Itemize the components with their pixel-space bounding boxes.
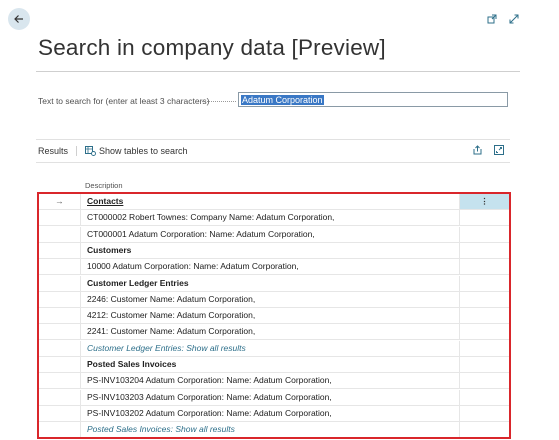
show-all-results-link[interactable]: Posted Sales Invoices: Show all results (87, 422, 235, 437)
open-in-new-window-icon (487, 14, 497, 24)
row-side-cell (459, 405, 509, 421)
row-side-cell (459, 275, 509, 291)
row-description: Posted Sales Invoices (87, 359, 177, 369)
result-row[interactable]: PS-INV103202 Adatum Corporation: Name: A… (39, 405, 509, 422)
group-header-row[interactable]: Customer Ledger Entries (39, 275, 509, 292)
result-row[interactable]: 4212: Customer Name: Adatum Corporation, (39, 308, 509, 325)
row-description: Contacts (87, 196, 124, 206)
result-row[interactable]: 10000 Adatum Corporation: Name: Adatum C… (39, 259, 509, 276)
result-row[interactable]: 2241: Customer Name: Adatum Corporation, (39, 324, 509, 341)
show-all-results-row[interactable]: Customer Ledger Entries: Show all result… (39, 340, 509, 357)
group-header-row[interactable]: Posted Sales Invoices (39, 357, 509, 373)
group-header-row[interactable]: Customers (39, 242, 509, 259)
arrow-left-icon (14, 15, 23, 23)
row-description: CT000002 Robert Townes: Company Name: Ad… (87, 212, 335, 223)
results-divider-top (36, 139, 510, 140)
result-row[interactable]: PS-INV103203 Adatum Corporation: Name: A… (39, 389, 509, 406)
row-indicator[interactable] (39, 405, 81, 421)
results-actions (473, 145, 510, 157)
row-side-cell (459, 422, 509, 437)
row-side-cell (459, 210, 509, 226)
window-actions (487, 11, 519, 29)
expand-button[interactable] (509, 11, 519, 29)
row-description: 2246: Customer Name: Adatum Corporation, (87, 293, 256, 304)
title-divider (36, 71, 520, 72)
row-description: 4212: Customer Name: Adatum Corporation, (87, 310, 256, 321)
row-side-cell (459, 259, 509, 275)
result-row[interactable]: PS-INV103204 Adatum Corporation: Name: A… (39, 373, 509, 390)
fullscreen-button[interactable] (494, 145, 504, 157)
fullscreen-icon (494, 145, 504, 155)
table-settings-icon (85, 146, 96, 156)
open-in-new-window-button[interactable] (487, 11, 497, 29)
label-leader (202, 101, 236, 102)
row-description: PS-INV103203 Adatum Corporation: Name: A… (87, 391, 332, 402)
row-description: 10000 Adatum Corporation: Name: Adatum C… (87, 261, 299, 272)
row-side-cell (459, 324, 509, 340)
page-title: Search in company data [Preview] (38, 35, 386, 60)
row-indicator[interactable] (39, 389, 81, 405)
row-indicator[interactable] (39, 340, 81, 356)
row-description: PS-INV103204 Adatum Corporation: Name: A… (87, 375, 332, 386)
row-indicator[interactable] (39, 357, 81, 372)
row-side-cell (459, 226, 509, 242)
row-description: Customers (87, 244, 132, 255)
results-tab[interactable]: Results (38, 146, 78, 156)
show-all-results-row[interactable]: Posted Sales Invoices: Show all results (39, 422, 509, 437)
row-arrow-icon: → (55, 196, 64, 206)
share-icon (473, 145, 482, 155)
row-indicator[interactable] (39, 324, 81, 340)
row-indicator[interactable] (39, 275, 81, 291)
row-indicator[interactable]: → (39, 194, 81, 209)
search-label: Text to search for (enter at least 3 cha… (38, 96, 210, 106)
row-indicator[interactable] (39, 291, 81, 307)
column-header-description: Description (85, 181, 123, 190)
search-input[interactable]: Adatum Corporation (238, 92, 508, 107)
row-description: CT000001 Adatum Corporation: Name: Adatu… (87, 228, 315, 239)
results-divider-bottom (36, 162, 510, 163)
row-side-cell (459, 373, 509, 389)
results-toolbar: Results Show tables to search (38, 143, 510, 159)
group-header-row[interactable]: → Contacts ⋮ (39, 194, 509, 210)
share-button[interactable] (473, 145, 483, 157)
row-side-cell (459, 340, 509, 356)
row-side-cell (459, 242, 509, 258)
row-indicator[interactable] (39, 210, 81, 226)
row-description: Customer Ledger Entries (87, 277, 189, 288)
row-indicator[interactable] (39, 226, 81, 242)
show-tables-button[interactable]: Show tables to search (85, 146, 188, 156)
row-side-cell (459, 291, 509, 307)
more-options-icon: ⋮ (480, 196, 489, 206)
row-indicator[interactable] (39, 308, 81, 324)
row-side-cell (459, 357, 509, 372)
row-indicator[interactable] (39, 259, 81, 275)
result-row[interactable]: CT000002 Robert Townes: Company Name: Ad… (39, 210, 509, 227)
results-grid: → Contacts ⋮ CT000002 Robert Townes: Compan… (37, 192, 511, 439)
row-side-cell (459, 308, 509, 324)
result-row[interactable]: CT000001 Adatum Corporation: Name: Adatu… (39, 226, 509, 243)
row-indicator[interactable] (39, 422, 81, 437)
show-tables-label: Show tables to search (99, 146, 188, 156)
row-description: 2241: Customer Name: Adatum Corporation, (87, 326, 256, 337)
row-description: PS-INV103202 Adatum Corporation: Name: A… (87, 407, 332, 418)
row-indicator[interactable] (39, 373, 81, 389)
show-all-results-link[interactable]: Customer Ledger Entries: Show all result… (87, 341, 246, 356)
row-side-cell (459, 389, 509, 405)
row-actions-button[interactable]: ⋮ (459, 194, 509, 209)
result-row[interactable]: 2246: Customer Name: Adatum Corporation, (39, 291, 509, 308)
search-input-value: Adatum Corporation (241, 95, 324, 105)
expand-icon (509, 14, 519, 24)
back-button[interactable] (8, 8, 30, 30)
row-indicator[interactable] (39, 242, 81, 258)
